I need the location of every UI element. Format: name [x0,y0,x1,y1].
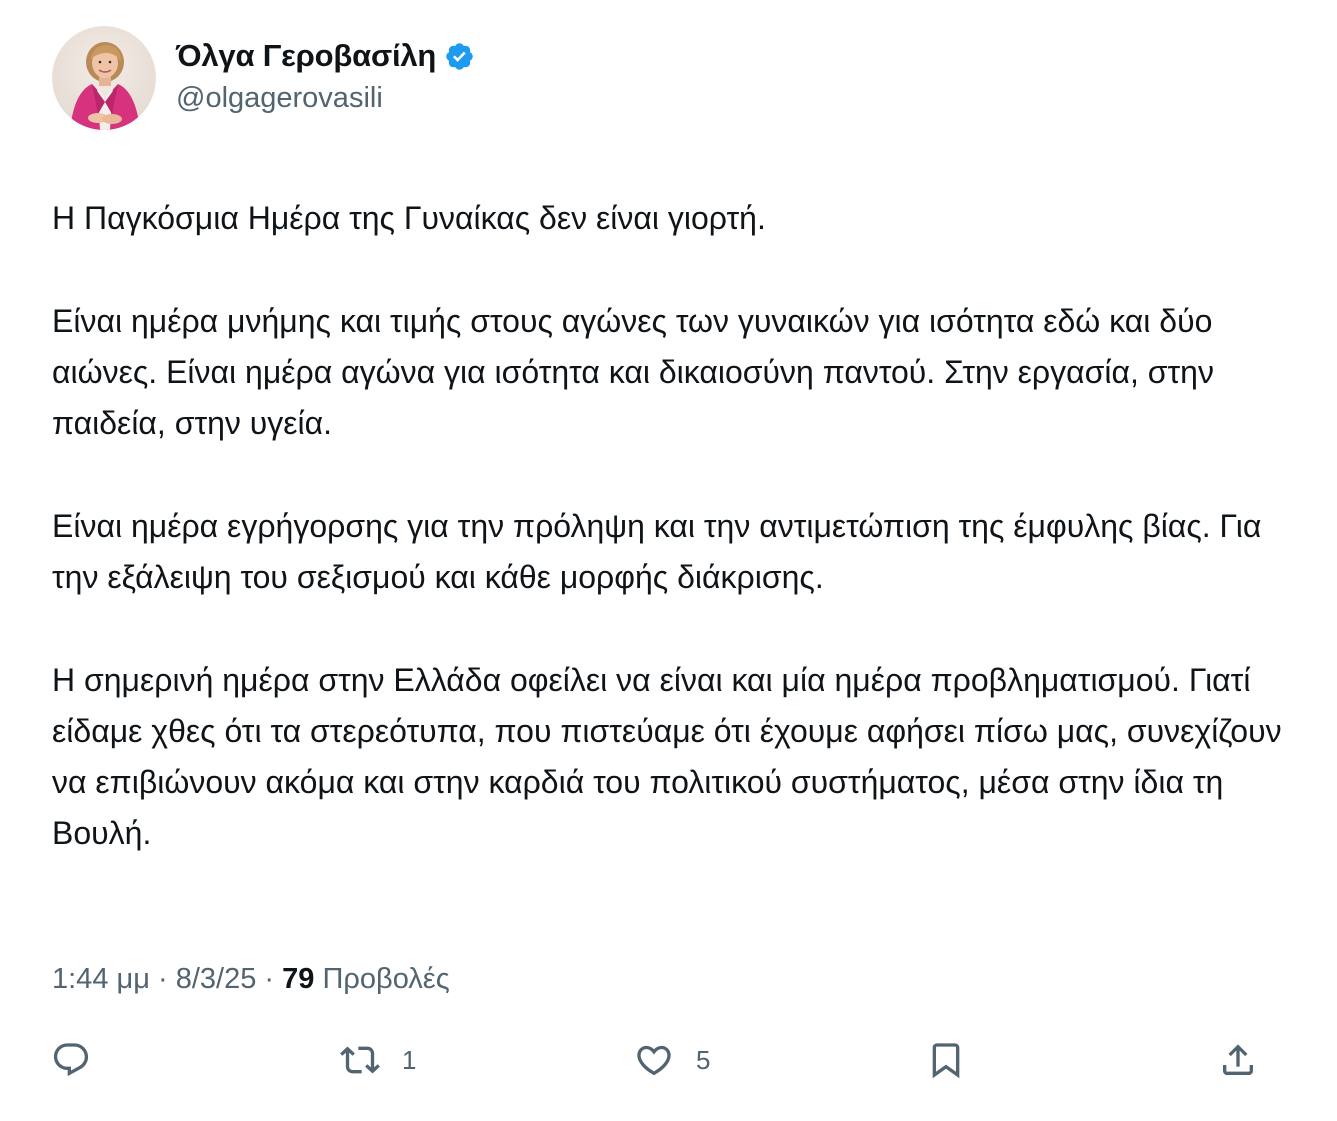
reply-button[interactable] [51,1030,113,1090]
bookmark-icon [932,1043,960,1079]
tweet-meta: 1:44 μμ · 8/3/25 · 79 Προβολές [52,963,450,996]
like-count: 5 [696,1044,711,1075]
reply-icon [53,1043,89,1077]
views-count: 79 [282,963,315,995]
meta-separator: · [149,963,176,995]
avatar[interactable] [52,26,156,130]
verified-badge-icon[interactable] [444,41,475,72]
tweet-time[interactable]: 1:44 μμ [52,963,150,995]
views-label: Προβολές [314,963,450,995]
meta-separator: · [256,963,283,995]
heart-icon [637,1045,671,1076]
bookmark-button[interactable] [926,1030,966,1090]
tweet-date[interactable]: 8/3/25 [176,963,257,995]
tweet-card: Όλγα Γεροβασίλη @olgagerovasili Η Παγκόσ… [0,0,1337,1121]
tweet-text: Η Παγκόσμια Ημέρα της Γυναίκας δεν είναι… [52,193,1292,859]
retweet-button[interactable]: 1 [340,1030,416,1090]
retweet-count: 1 [402,1044,417,1075]
author-name-row: Όλγα Γεροβασίλη [176,38,475,74]
tweet-paragraph: Είναι ημέρα εγρήγορσης για την πρόληψη κ… [52,508,1262,595]
retweet-icon [340,1046,380,1074]
action-bar: 1 5 [0,1030,1337,1090]
tweet-paragraph: Η σημερινή ημέρα στην Ελλάδα οφείλει να … [52,662,1282,851]
share-icon [1223,1044,1253,1075]
share-button[interactable] [1218,1030,1258,1090]
like-button[interactable]: 5 [634,1030,710,1090]
tweet-paragraph: Είναι ημέρα μνήμης και τιμής στους αγώνε… [52,303,1214,441]
user-handle[interactable]: @olgagerovasili [176,82,383,115]
display-name[interactable]: Όλγα Γεροβασίλη [176,38,436,74]
tweet-paragraph: Η Παγκόσμια Ημέρα της Γυναίκας δεν είναι… [52,200,766,236]
